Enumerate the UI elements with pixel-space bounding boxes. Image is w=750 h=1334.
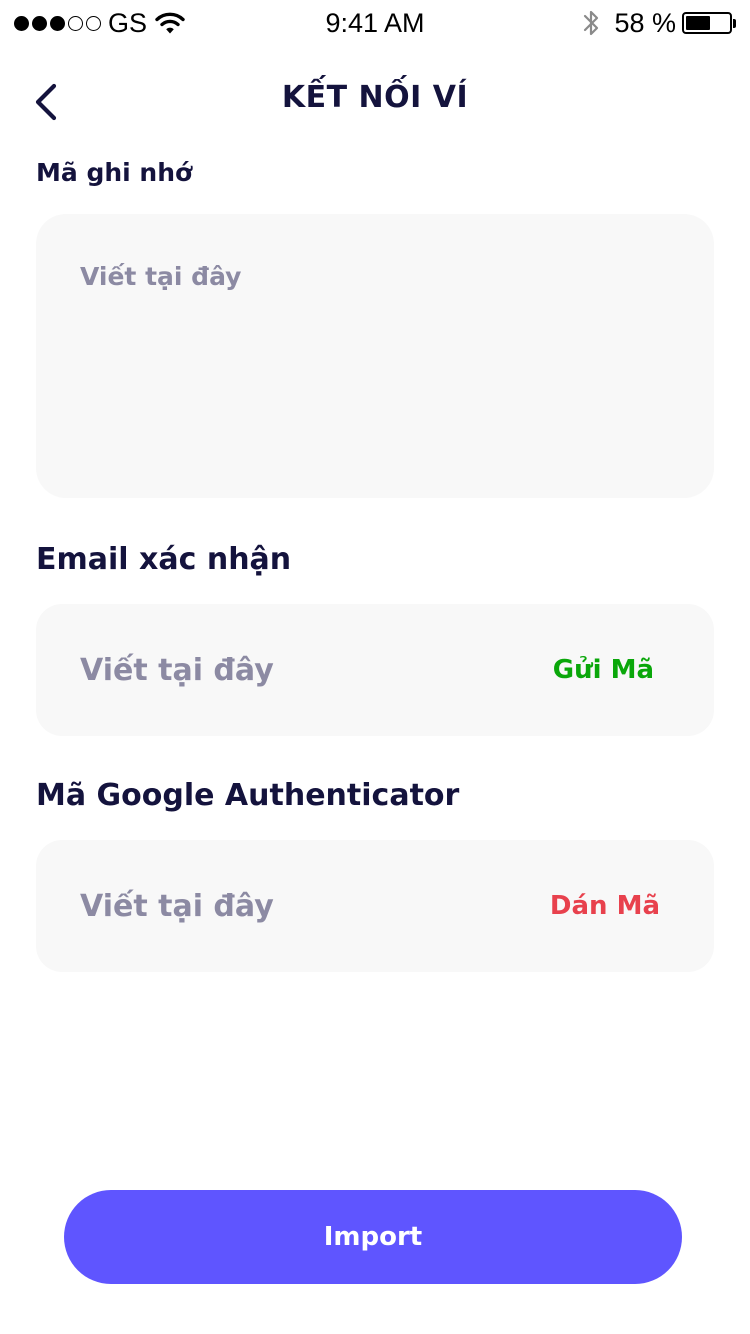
mnemonic-label: Mã ghi nhớ	[36, 158, 193, 187]
battery-tip	[733, 18, 736, 28]
google-auth-label: Mã Google Authenticator	[36, 778, 460, 813]
email-field-container: Gửi Mã	[36, 604, 714, 736]
paste-code-button[interactable]: Dán Mã	[550, 840, 660, 972]
email-code-input[interactable]	[80, 604, 520, 736]
mnemonic-field-container	[36, 214, 714, 498]
battery-percentage: 58 %	[614, 7, 676, 38]
page-title: KẾT NỐI VÍ	[281, 80, 469, 115]
google-auth-code-input[interactable]	[80, 840, 520, 972]
google-auth-field-container: Dán Mã	[36, 840, 714, 972]
status-bar: GS 9:41 AM 58 %	[0, 0, 750, 48]
mnemonic-textarea[interactable]	[36, 214, 714, 498]
header: KẾT NỐI VÍ	[0, 60, 750, 144]
import-button[interactable]: Import	[64, 1190, 682, 1284]
status-bar-right: 58 %	[582, 6, 736, 40]
connect-wallet-screen: GS 9:41 AM 58 % KẾT NỐI VÍ Mã ghi nhớ Vi…	[0, 0, 750, 1334]
email-label: Email xác nhận	[36, 542, 292, 577]
battery-level-fill	[686, 16, 711, 30]
bluetooth-icon	[584, 10, 599, 36]
battery-icon	[682, 12, 732, 34]
send-code-button[interactable]: Gửi Mã	[553, 604, 654, 736]
